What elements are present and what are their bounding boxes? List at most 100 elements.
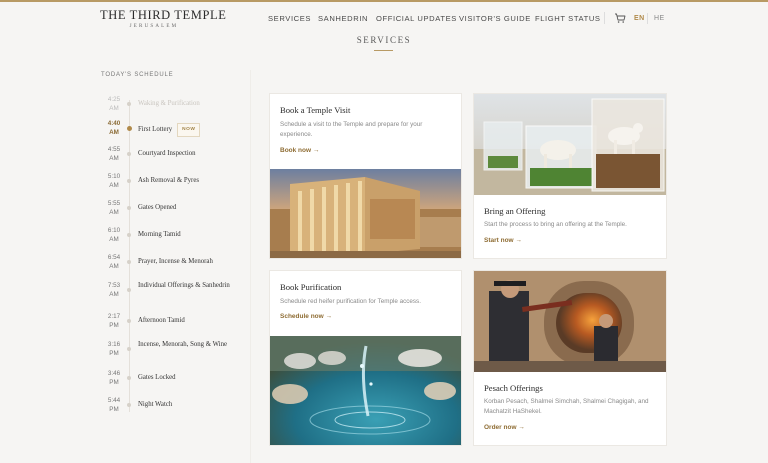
schedule-item-label: Individual Offerings & Sanhedrin	[138, 282, 230, 289]
schedule-time-period: PM	[109, 321, 119, 329]
timeline-dot	[127, 376, 131, 380]
title-underline	[374, 50, 393, 51]
card-description: Start the process to bring an offering a…	[484, 221, 627, 228]
card-bring-offering[interactable]: Bring an Offering Start the process to b…	[473, 93, 667, 259]
pesach-image	[474, 271, 666, 372]
card-pesach[interactable]: Pesach Offerings Korban Pesach, Shalmei …	[473, 270, 667, 446]
schedule-item-label: Ash Removal & Pyres	[138, 177, 199, 184]
schedule-time-value: 7:53	[107, 282, 121, 289]
schedule-item-name: Morning Tamid	[138, 230, 238, 240]
timeline-dot	[127, 260, 131, 264]
schedule-time-period: AM	[109, 104, 119, 112]
schedule-item-label: Morning Tamid	[138, 231, 181, 238]
schedule-time: 4:40 AM	[104, 120, 124, 137]
timeline-dot	[127, 152, 131, 156]
schedule-time-value: 3:46	[107, 370, 121, 377]
schedule-item-name: Prayer, Incense & Menorah	[138, 257, 238, 267]
timeline-dot	[127, 319, 131, 323]
schedule-time: 6:54 AM	[104, 254, 124, 271]
schedule-time: 3:16 PM	[104, 341, 124, 358]
logo-subtitle: JERUSALEM	[129, 24, 179, 29]
schedule-time-value: 5:55	[107, 200, 121, 207]
schedule-time-value: 2:17	[107, 313, 121, 320]
offering-image	[474, 94, 666, 195]
schedule-item-name: Gates Opened	[138, 203, 238, 213]
card-purification[interactable]: Book Purification Schedule red heifer pu…	[269, 270, 462, 446]
schedule-time-value: 4:25	[107, 96, 121, 103]
card-description: Schedule red heifer purification for Tem…	[280, 298, 421, 305]
start-now-link[interactable]: Start now →	[484, 237, 522, 244]
card-description: Schedule a visit to the Temple and prepa…	[280, 121, 423, 138]
site-logo[interactable]: THE THIRD TEMPLE JERUSALEM	[100, 8, 226, 29]
schedule-time-value: 6:10	[107, 227, 121, 234]
schedule-item-name: Ash Removal & Pyres	[138, 176, 238, 186]
schedule-time-period: AM	[109, 290, 119, 298]
schedule-item-label: Courtyard Inspection	[138, 150, 196, 157]
nav-services[interactable]: SERVICES	[268, 14, 311, 23]
schedule-time: 4:55 AM	[104, 146, 124, 163]
schedule-time-period: AM	[109, 181, 119, 189]
nav-divider	[604, 12, 605, 24]
timeline-dot	[127, 403, 131, 407]
schedule-time-period: PM	[109, 378, 119, 386]
schedule-item-label: Prayer, Incense & Menorah	[138, 258, 213, 265]
schedule-time: 3:46 PM	[104, 370, 124, 387]
schedule-time: 2:17 PM	[104, 313, 124, 330]
timeline-dot	[126, 126, 132, 131]
lang-en[interactable]: EN	[634, 15, 645, 22]
timeline-dot	[127, 102, 131, 106]
card-description: Korban Pesach, Shalmei Simchah, Shalmei …	[484, 398, 649, 415]
schedule-time-period: AM	[109, 128, 119, 136]
card-title: Book a Temple Visit	[280, 105, 351, 115]
timeline-dot	[127, 288, 131, 292]
schedule-time-value: 5:10	[107, 173, 121, 180]
schedule-item-name: Individual Offerings & Sanhedrin	[138, 281, 238, 291]
schedule-item-name: Night Watch	[138, 400, 238, 410]
schedule-time-value: 3:16	[107, 341, 121, 348]
timeline-line	[129, 100, 130, 412]
schedule-divider	[250, 70, 251, 463]
schedule-item-name: Courtyard Inspection	[138, 149, 238, 159]
card-title: Pesach Offerings	[484, 383, 543, 393]
schedule-time-period: PM	[109, 349, 119, 357]
schedule-item-label: Night Watch	[138, 401, 173, 408]
schedule-time-period: AM	[109, 235, 119, 243]
schedule-time-value: 6:54	[107, 254, 121, 261]
card-title: Bring an Offering	[484, 206, 546, 216]
schedule-time: 5:55 AM	[104, 200, 124, 217]
schedule-item-label: Afternoon Tamid	[138, 317, 185, 324]
schedule-item-label: Gates Locked	[138, 374, 176, 381]
temple-image	[270, 169, 461, 258]
schedule-time: 6:10 AM	[104, 227, 124, 244]
schedule-time-value: 5:44	[107, 397, 121, 404]
schedule-now-link[interactable]: Schedule now →	[280, 313, 332, 320]
timeline-dot	[127, 206, 131, 210]
schedule-item-name: First Lottery NOW	[138, 123, 238, 137]
timeline-dot	[127, 347, 131, 351]
lang-divider	[647, 13, 648, 24]
schedule-item-name: Incense, Menorah, Song & Wine	[138, 340, 238, 350]
schedule-item-name: Afternoon Tamid	[138, 316, 238, 326]
schedule-time: 5:10 AM	[104, 173, 124, 190]
schedule-label: TODAY'S SCHEDULE	[101, 72, 174, 78]
card-title: Book Purification	[280, 282, 342, 292]
schedule-time-value: 4:55	[107, 146, 121, 153]
nav-sanhedrin[interactable]: SANHEDRIN	[318, 14, 368, 23]
schedule-time-period: AM	[109, 262, 119, 270]
nav-official-updates[interactable]: OFFICIAL UPDATES	[376, 14, 457, 23]
schedule-time-period: AM	[109, 154, 119, 162]
nav-flight-status[interactable]: FLIGHT STATUS	[535, 14, 601, 23]
schedule-item-name: Gates Locked	[138, 373, 238, 383]
cart-icon[interactable]	[614, 12, 626, 24]
lang-he[interactable]: HE	[654, 15, 665, 22]
schedule-time-period: PM	[109, 405, 119, 413]
schedule-item-label: Waking & Purification	[138, 100, 200, 107]
book-now-link[interactable]: Book now →	[280, 147, 319, 154]
schedule-time-period: AM	[109, 208, 119, 216]
card-temple-visit[interactable]: Book a Temple Visit Schedule a visit to …	[269, 93, 462, 259]
order-now-link[interactable]: Order now →	[484, 424, 525, 431]
schedule-time: 4:25 AM	[104, 96, 124, 113]
timeline-dot	[127, 179, 131, 183]
nav-visitors-guide[interactable]: VISITOR'S GUIDE	[459, 14, 531, 23]
now-badge: NOW	[177, 123, 201, 137]
